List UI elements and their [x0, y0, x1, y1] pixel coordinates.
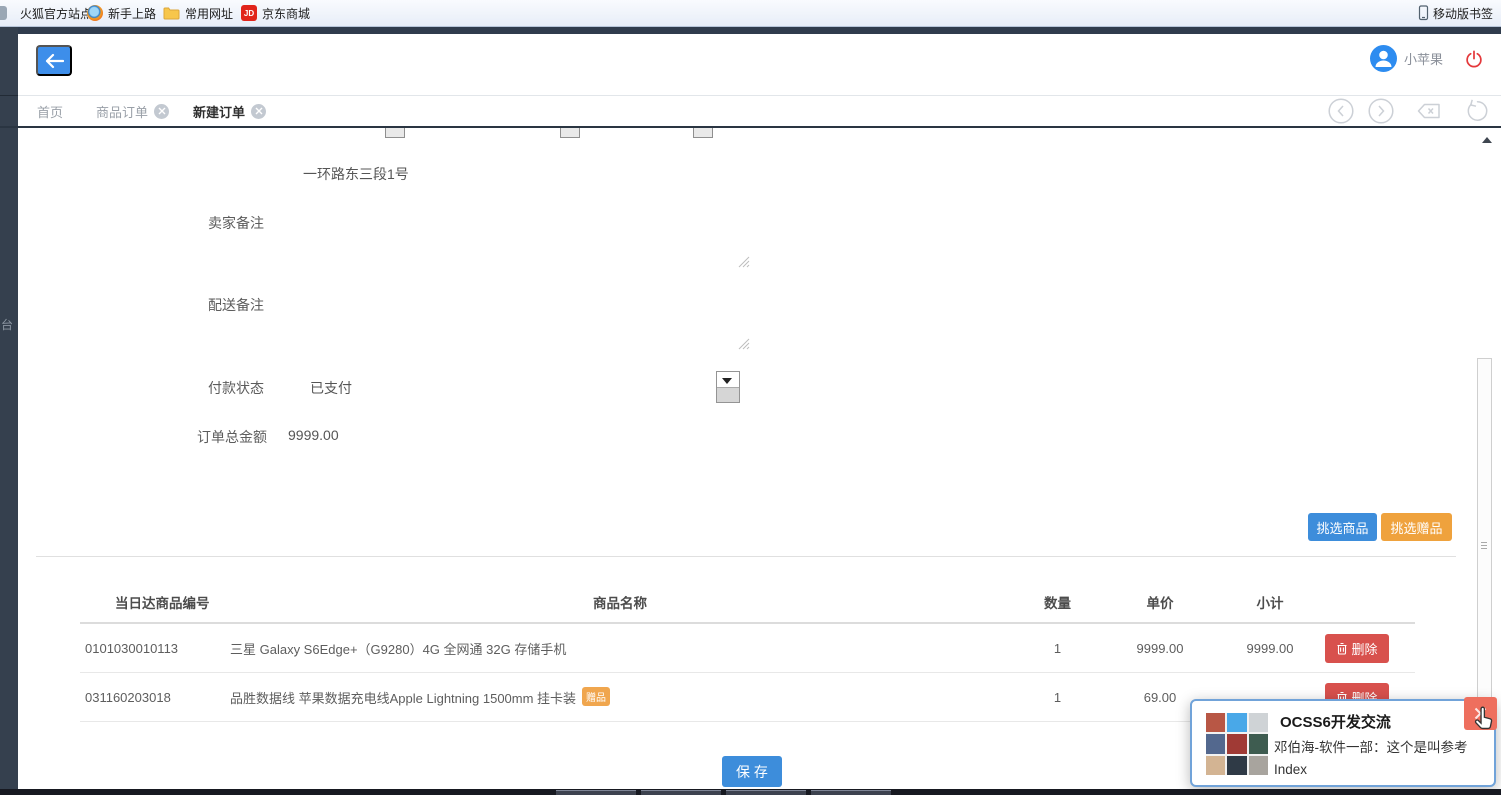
address-value[interactable]: 一环路东三段1号 [303, 164, 409, 184]
close-all-tabs-icon[interactable] [1416, 98, 1442, 124]
notification-title: OCSS6开发交流 [1280, 711, 1391, 732]
item-code: 031160203018 [80, 690, 230, 705]
region-select-partial-3[interactable] [693, 128, 713, 138]
scrollbar-grip [1481, 542, 1487, 543]
chevron-down-icon [722, 378, 732, 384]
item-name: 三星 Galaxy S6Edge+（G9280）4G 全网通 32G 存储手机 [230, 639, 1010, 658]
col-header-qty: 数量 [1010, 592, 1105, 612]
select-scroll-shade [717, 387, 739, 402]
bookmark-firefox-site[interactable]: 火狐官方站点 [20, 0, 92, 26]
pick-gift-button[interactable]: 挑选赠品 [1381, 513, 1452, 541]
item-qty: 1 [1010, 641, 1105, 656]
app-header: 小苹果 [18, 34, 1501, 95]
folder-icon [163, 7, 180, 20]
bookmark-getting-started[interactable]: 新手上路 [87, 0, 156, 26]
delivery-note-textarea[interactable] [303, 290, 750, 350]
delete-label: 删除 [1351, 639, 1377, 658]
screen: 火狐官方站点 新手上路 常用网址 JD 京东商城 移动版书签 台 [0, 0, 1501, 795]
user-avatar[interactable] [1370, 45, 1397, 72]
collapsed-sidebar[interactable]: 台 [0, 26, 18, 795]
tab-label: 商品订单 [96, 102, 148, 121]
hand-cursor-icon [1472, 705, 1499, 734]
tab-close-icon[interactable] [154, 104, 169, 119]
trash-icon [1336, 642, 1348, 655]
save-button[interactable]: 保 存 [722, 756, 782, 787]
region-select-partial-1[interactable] [385, 128, 405, 138]
taskbar-window-button[interactable] [726, 790, 806, 795]
bookmark-jd-mall[interactable]: JD 京东商城 [241, 0, 310, 26]
tab-label: 首页 [37, 102, 63, 121]
tab-scroll-left-icon[interactable] [1328, 98, 1354, 124]
windows-taskbar[interactable] [0, 789, 1501, 795]
mobile-bookmarks[interactable]: 移动版书签 [1418, 0, 1493, 26]
payment-status-value[interactable]: 已支付 [310, 378, 352, 398]
col-header-name: 商品名称 [230, 592, 1010, 612]
taskbar-window-button[interactable] [556, 790, 636, 795]
bookmark-label: 新手上路 [108, 5, 156, 22]
pick-product-button[interactable]: 挑选商品 [1308, 513, 1377, 541]
refresh-undo-icon[interactable] [1464, 98, 1490, 124]
qq-notification-popup[interactable]: OCSS6开发交流 邓伯海-软件一部：这个是叫参考 Index [1190, 699, 1496, 787]
seller-note-textarea[interactable] [303, 208, 750, 268]
sidebar-divider [0, 95, 18, 96]
arrow-left-icon [44, 53, 64, 69]
tab-product-orders[interactable]: 商品订单 [96, 96, 169, 126]
jd-icon: JD [241, 5, 257, 21]
person-icon [1370, 45, 1397, 72]
bookmark-common-sites-folder[interactable]: 常用网址 [163, 0, 233, 26]
tab-bar: 首页 商品订单 新建订单 [18, 96, 1501, 126]
item-qty: 1 [1010, 690, 1105, 705]
col-header-code: 当日达商品编号 [80, 592, 230, 612]
payment-status-label: 付款状态 [208, 378, 264, 398]
bookmark-label: 火狐官方站点 [20, 5, 92, 22]
order-total-value: 9999.00 [288, 427, 339, 443]
item-name-text: 品胜数据线 苹果数据充电线Apple Lightning 1500mm 挂卡装 [230, 691, 576, 706]
payment-status-select[interactable] [716, 371, 740, 403]
delete-item-button[interactable]: 删除 [1325, 634, 1389, 663]
taskbar-window-button[interactable] [641, 790, 721, 795]
item-subtotal: 9999.00 [1215, 641, 1325, 656]
tab-home[interactable]: 首页 [37, 96, 63, 126]
app-top-strip [0, 26, 1501, 34]
seller-note-label: 卖家备注 [208, 213, 264, 233]
firefox-icon [87, 5, 103, 21]
item-name: 品胜数据线 苹果数据充电线Apple Lightning 1500mm 挂卡装赠… [230, 687, 1010, 707]
group-avatar [1206, 713, 1268, 775]
gift-badge: 赠品 [582, 687, 610, 706]
tab-close-icon[interactable] [251, 104, 266, 119]
back-button[interactable] [36, 45, 72, 76]
item-code: 0101030010113 [80, 641, 230, 656]
region-select-partial-2[interactable] [560, 128, 580, 138]
col-header-price: 单价 [1105, 592, 1215, 612]
username-label: 小苹果 [1404, 49, 1443, 68]
phone-icon [1418, 5, 1429, 21]
order-total-label: 订单总金额 [197, 427, 267, 447]
bookmark-label: 京东商城 [262, 5, 310, 22]
scrollbar-up-arrow[interactable] [1482, 137, 1492, 143]
table-header-row: 当日达商品编号 商品名称 数量 单价 小计 [80, 581, 1415, 624]
delivery-note-label: 配送备注 [208, 295, 264, 315]
table-row: 0101030010113 三星 Galaxy S6Edge+（G9280）4G… [80, 624, 1415, 673]
taskbar-window-button[interactable] [811, 790, 891, 795]
content-top-border [0, 126, 1501, 128]
order-form-content: 一环路东三段1号 卖家备注 配送备注 付款状态 已支付 订单总金额 9999.0… [18, 128, 1501, 789]
power-icon [1464, 44, 1484, 74]
scrollbar-thumb[interactable] [1477, 358, 1492, 732]
tab-new-order[interactable]: 新建订单 [193, 96, 266, 126]
bookmark-cutoff-icon [0, 6, 7, 20]
item-price: 9999.00 [1105, 641, 1215, 656]
col-header-subtotal: 小计 [1215, 592, 1325, 612]
bookmark-label: 常用网址 [185, 5, 233, 22]
bookmark-label: 移动版书签 [1433, 5, 1493, 22]
logout-button[interactable] [1458, 43, 1490, 75]
notification-message: 邓伯海-软件一部：这个是叫参考 Index [1274, 737, 1492, 780]
tab-label: 新建订单 [193, 102, 245, 121]
resize-grip-icon[interactable] [738, 256, 750, 268]
tab-scroll-right-icon[interactable] [1368, 98, 1394, 124]
sidebar-menu-partial-text: 台 [1, 316, 13, 333]
resize-grip-icon[interactable] [738, 338, 750, 350]
section-divider [36, 556, 1456, 557]
bookmarks-bar: 火狐官方站点 新手上路 常用网址 JD 京东商城 移动版书签 [0, 0, 1501, 27]
